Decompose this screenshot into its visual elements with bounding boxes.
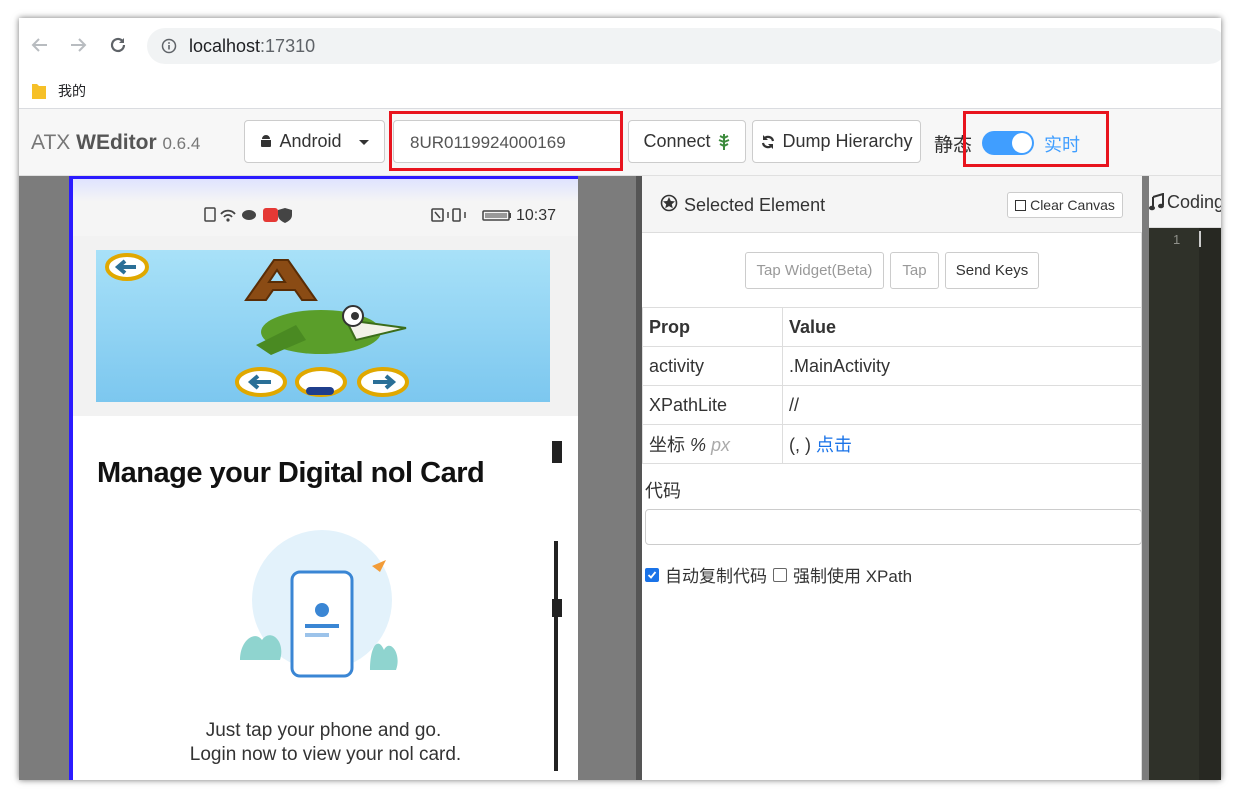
- app-brand: ATX WEditor 0.6.4: [31, 131, 200, 155]
- notification-icons: [204, 207, 292, 223]
- url-host: localhost: [189, 36, 261, 56]
- table-row: 坐标 % px (, ) 点击: [642, 424, 1142, 464]
- tap-button[interactable]: Tap: [890, 252, 939, 289]
- clear-canvas-button[interactable]: Clear Canvas: [1007, 192, 1123, 218]
- auto-copy-label: 自动复制代码: [665, 567, 767, 586]
- forward-button[interactable]: [65, 32, 91, 58]
- tap-widget-button[interactable]: Tap Widget(Beta): [745, 252, 884, 289]
- platform-label: Android: [279, 131, 342, 151]
- connect-button[interactable]: Connect: [628, 120, 746, 163]
- force-xpath-checkbox[interactable]: [773, 567, 787, 582]
- music-note-icon: [1149, 193, 1164, 211]
- phone-status-bar: 10:37: [73, 179, 578, 236]
- card-line-1: Just tap your phone and go.: [205, 720, 442, 741]
- table-header-row: Prop Value: [642, 307, 1142, 347]
- leaf-icon: [718, 133, 729, 150]
- inspector-header: Selected Element Clear Canvas: [642, 176, 1142, 233]
- value-header: Value: [782, 307, 1142, 347]
- coord-px-unit: px: [711, 435, 731, 455]
- prop-cell: activity: [642, 346, 783, 386]
- info-icon: [161, 38, 177, 54]
- force-xpath-label: 强制使用 XPath: [793, 567, 913, 586]
- highlight-box-toggle: [963, 111, 1109, 167]
- send-keys-button[interactable]: Send Keys: [945, 252, 1039, 289]
- dump-hierarchy-button[interactable]: Dump Hierarchy: [752, 120, 921, 163]
- app-toolbar: ATX WEditor 0.6.4 Android 8UR01199240001…: [19, 109, 1221, 176]
- system-status-icons: [431, 208, 511, 222]
- code-tabbar: Coding: [1149, 176, 1221, 228]
- connect-label: Connect: [643, 131, 711, 151]
- address-bar-row: localhost:17310: [19, 18, 1221, 74]
- card-title: Manage your Digital nol Card: [97, 457, 485, 489]
- properties-table: Prop Value activity .MainActivity XPathL…: [642, 307, 1142, 464]
- folder-icon: [32, 84, 46, 99]
- alphabet-game-image[interactable]: [96, 250, 550, 402]
- code-options: 自动复制代码 强制使用 XPath: [645, 562, 912, 587]
- crocodile-letter-a-image: [105, 253, 409, 397]
- table-row: activity .MainActivity: [642, 346, 1142, 386]
- game-banner: [73, 236, 578, 416]
- line-number: 1: [1173, 232, 1181, 247]
- value-cell: .MainActivity: [782, 346, 1142, 386]
- brand-name: WEditor: [76, 131, 157, 154]
- refresh-icon: [762, 134, 775, 149]
- reload-icon: [110, 37, 126, 53]
- phone-clock: 10:37: [516, 207, 557, 224]
- text-cursor: [1199, 231, 1201, 247]
- arrow-left-icon: [31, 38, 47, 52]
- table-row: XPathLite //: [642, 385, 1142, 425]
- dump-label: Dump Hierarchy: [782, 131, 913, 151]
- clear-canvas-label: Clear Canvas: [1030, 197, 1115, 213]
- back-button[interactable]: [27, 32, 53, 58]
- coord-value: (, ): [789, 435, 811, 455]
- url-bar[interactable]: localhost:17310: [147, 28, 1221, 64]
- device-screen[interactable]: 10:37 Manage your Digital nol Card Just …: [69, 176, 578, 780]
- value-cell: (, ) 点击: [782, 424, 1142, 464]
- check-icon: [647, 570, 657, 579]
- phone-illustration: [240, 530, 398, 678]
- code-gutter: [1149, 228, 1199, 780]
- value-cell: //: [782, 385, 1142, 425]
- prop-cell: 坐标 % px: [642, 424, 783, 464]
- element-target-icon: [660, 194, 678, 212]
- android-icon: [261, 134, 272, 147]
- selected-element-title: Selected Element: [684, 195, 826, 215]
- prop-header: Prop: [642, 307, 783, 347]
- highlight-box-serial: [389, 111, 623, 171]
- code-label: 代码: [645, 481, 681, 501]
- bookmarks-bar: 我的: [19, 74, 1221, 109]
- caret-down-icon: [358, 139, 369, 145]
- url-port: :17310: [260, 36, 316, 56]
- bookmark-folder[interactable]: 我的: [58, 81, 86, 101]
- scroll-artifact: [550, 431, 564, 771]
- coding-tab[interactable]: Coding: [1167, 192, 1221, 213]
- code-input[interactable]: [645, 509, 1142, 545]
- platform-dropdown[interactable]: Android: [244, 120, 385, 163]
- coord-percent-unit: %: [690, 435, 707, 455]
- auto-copy-checkbox[interactable]: [645, 567, 659, 582]
- reload-button[interactable]: [105, 32, 131, 58]
- card-line-2: Login now to view your nol card.: [189, 744, 462, 765]
- coord-label: 坐标: [649, 435, 685, 455]
- coord-click-link[interactable]: 点击: [816, 435, 852, 455]
- app-version: 0.6.4: [162, 134, 201, 153]
- nol-card-section: Manage your Digital nol Card Just tap yo…: [73, 431, 578, 780]
- browser-window: localhost:17310 我的 ATX WEditor 0.6.4 And…: [19, 18, 1221, 780]
- brand-prefix: ATX: [31, 131, 71, 154]
- inspector-panel: Selected Element Clear Canvas Tap Widget…: [642, 176, 1142, 780]
- prop-cell: XPathLite: [642, 385, 783, 425]
- arrow-right-icon: [71, 38, 87, 52]
- workspace: 10:37 Manage your Digital nol Card Just …: [19, 176, 1221, 780]
- code-editor-panel: Coding 1: [1149, 176, 1221, 780]
- checkbox-square-icon: [1015, 199, 1027, 211]
- url-text: localhost:17310: [189, 36, 315, 57]
